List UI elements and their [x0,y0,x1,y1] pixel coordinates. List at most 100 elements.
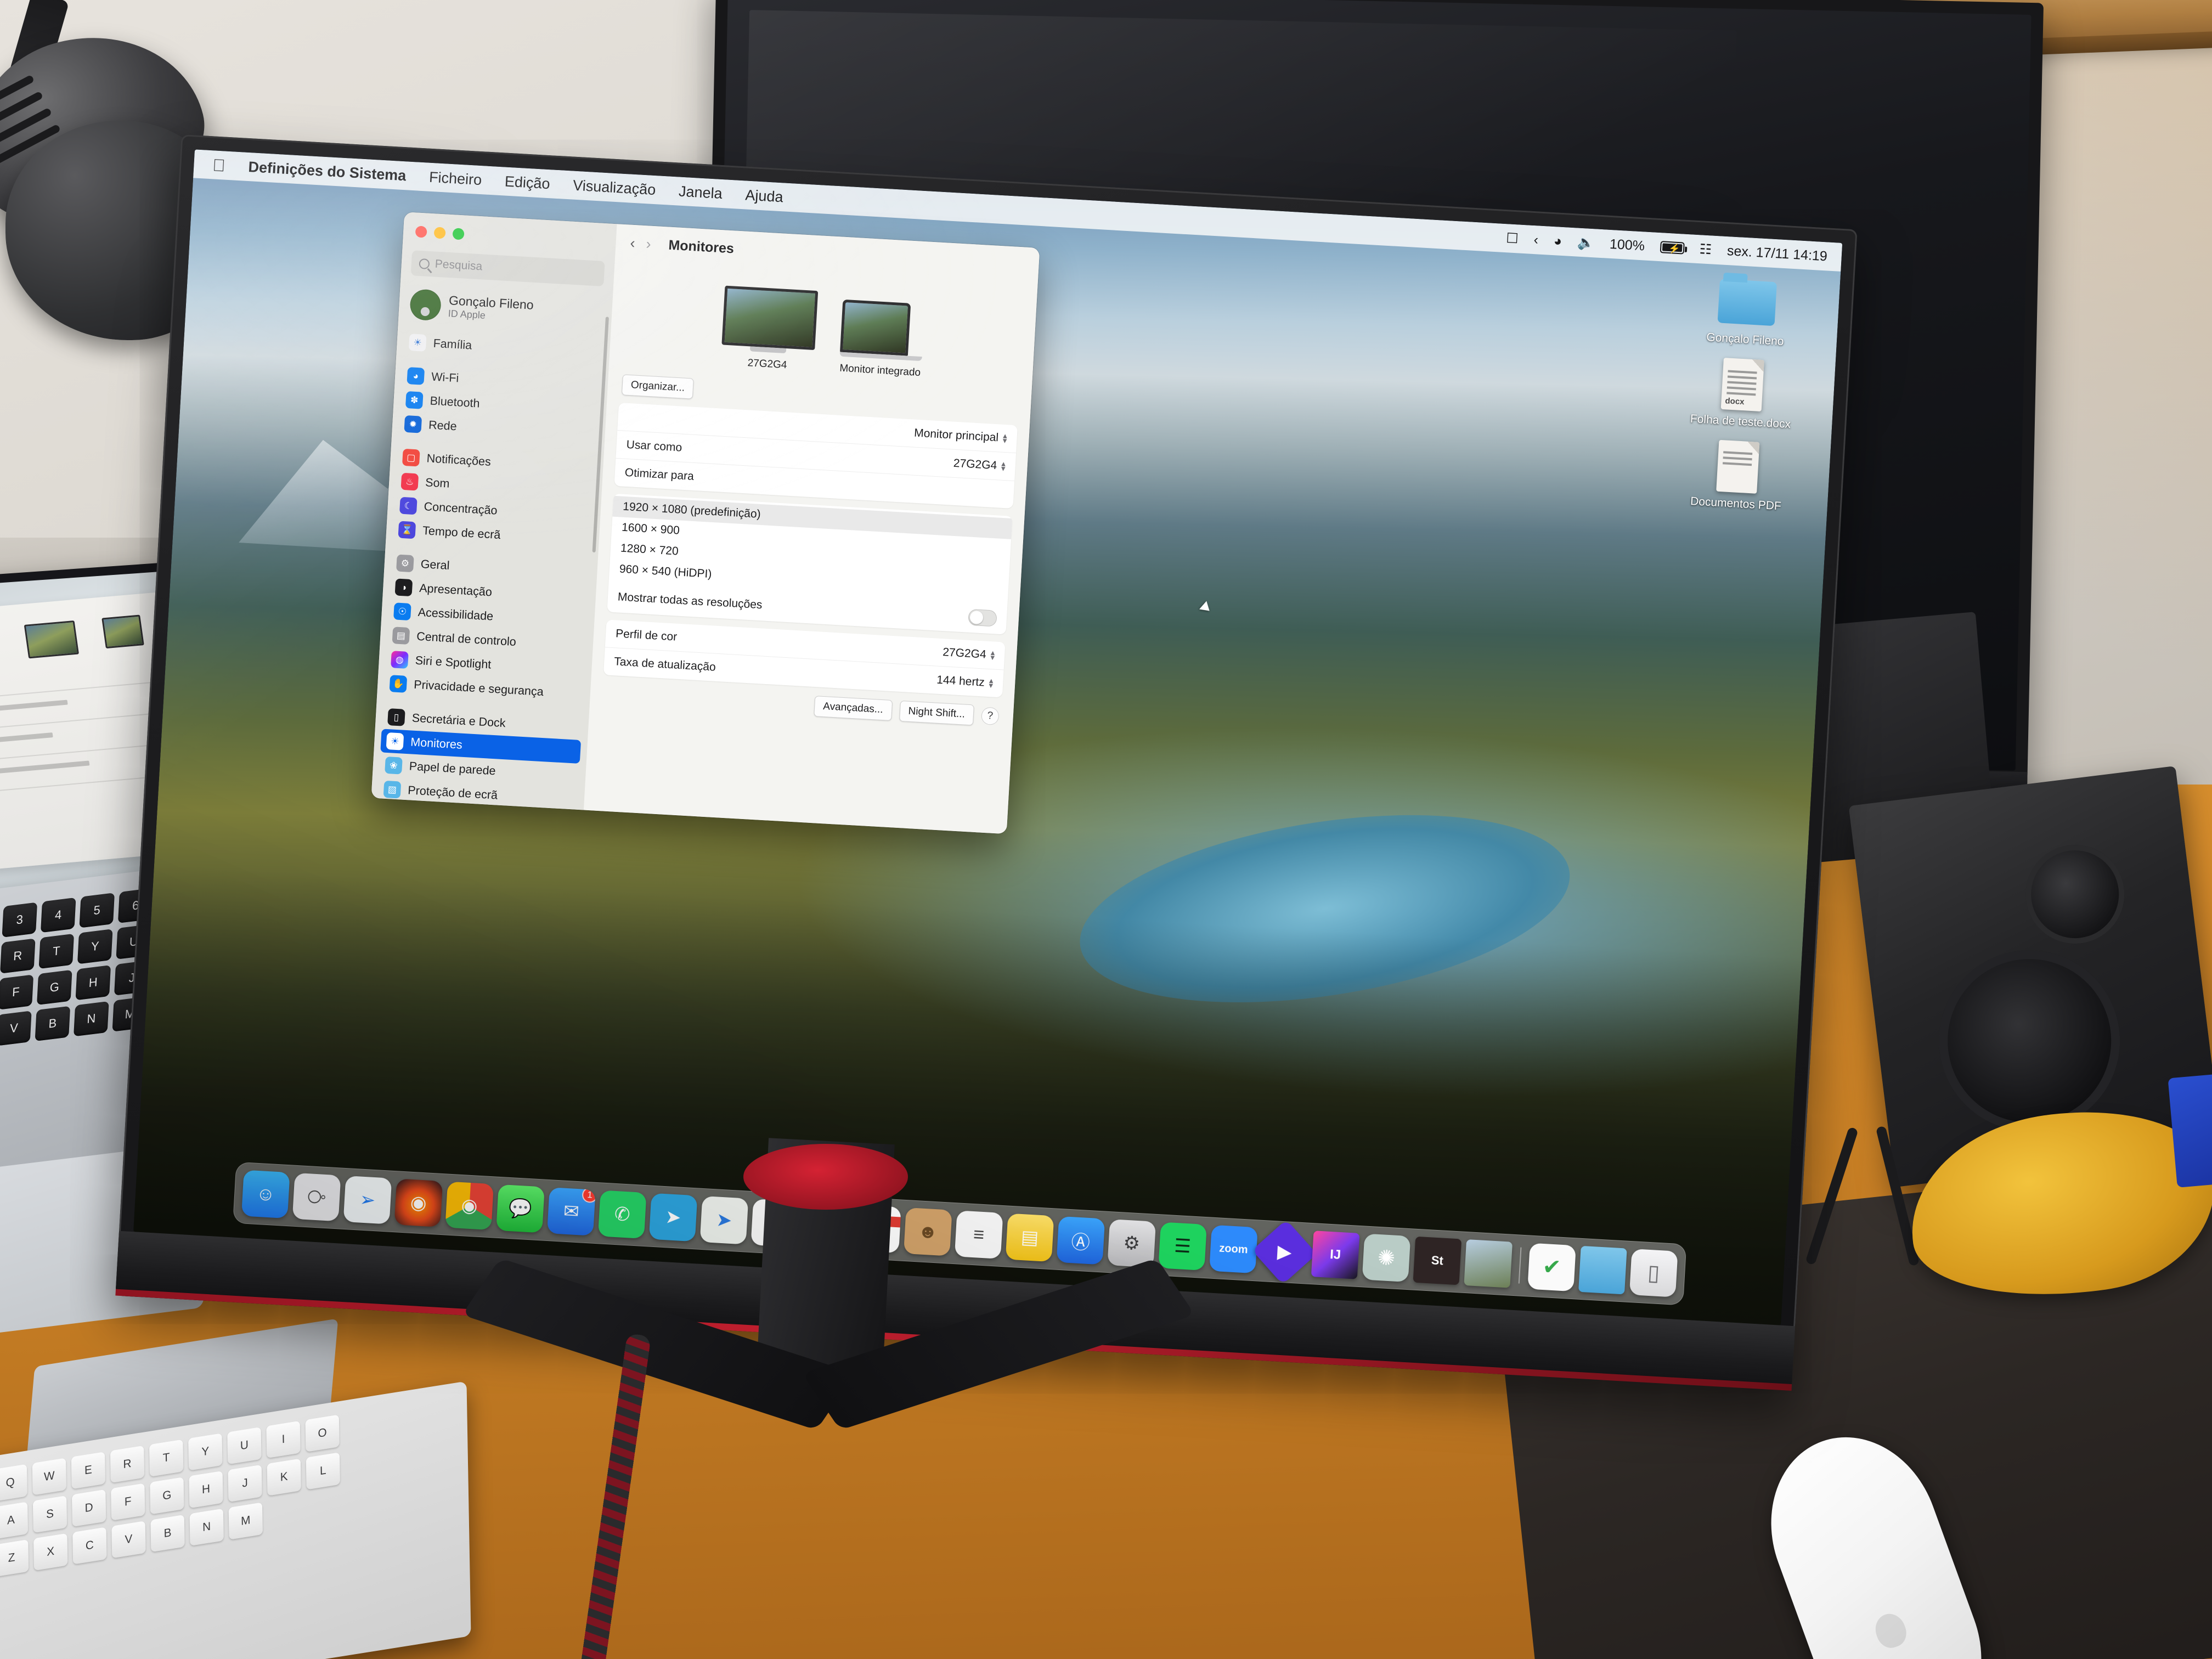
battery-percent-label: 100% [1609,236,1645,253]
sidebar-item-label: Família [433,336,472,352]
privacy-icon: ✋ [389,675,408,693]
dock-item-appstore[interactable]: Ⓐ [1056,1216,1105,1265]
chevron-updown-icon[interactable]: ▴ ▾ [990,648,995,663]
sidebar-item-label: Secretária e Dock [411,711,506,730]
forward-button[interactable]: › [646,235,652,252]
dock-item-spotify[interactable]: ☰ [1158,1222,1207,1271]
settings-content-pane: ‹ › Monitores 27G2G4 Monitor integrado O… [583,224,1040,834]
desktop-icon-pdf[interactable]: Documentos PDF [1680,435,1794,514]
dock-separator [1518,1247,1522,1284]
wifi-icon: ◕ [407,367,425,385]
dock-item-telegram[interactable]: ➤ [648,1193,698,1242]
search-icon [419,258,430,269]
menu-edicao[interactable]: Edição [504,173,550,193]
menu-visualizacao[interactable]: Visualização [573,177,657,199]
screen-mirroring-icon[interactable]: ☐ [1505,230,1519,247]
sidebar-item-label: Central de controlo [416,629,517,649]
dock-item-intellij[interactable]: IJ [1311,1231,1360,1279]
macos-desktop:  Definições do Sistema Ficheiro Edição … [133,149,1843,1325]
battery-icon[interactable]: ⚡ [1660,241,1685,255]
usar-como-value: 27G2G4 [953,456,997,472]
sidebar-list: ☀ Família ◕ Wi-Fi ✽ Bluetooth ✹ Rede ▢ N… [371,330,611,810]
menu-ficheiro[interactable]: Ficheiro [428,168,482,188]
monitor-screen:  Definições do Sistema Ficheiro Edição … [133,149,1843,1325]
desktop-icon-docx[interactable]: docx Folha de teste.docx [1685,353,1799,431]
dock-item-movist[interactable]: ▶ [1251,1219,1317,1285]
dock-item-open-window[interactable] [1464,1239,1513,1288]
control-center-icon[interactable]: ☷ [1699,241,1712,258]
menu-janela[interactable]: Janela [678,183,723,202]
show-all-resolutions-toggle[interactable] [968,608,997,627]
dock-item-mail[interactable]: ✉ 1 [547,1187,596,1236]
dock-item-safari[interactable]: ➢ [343,1176,392,1224]
dock-item-zoom[interactable]: zoom [1209,1224,1258,1274]
dock-item-chatgpt[interactable]: ✺ [1362,1233,1411,1283]
volume-icon[interactable]: 🔈 [1577,234,1595,251]
dock-item-contacts[interactable]: ☻ [904,1207,952,1256]
screensaver-icon: ▧ [383,780,402,799]
back-button[interactable]: ‹ [630,235,636,252]
wifi-icon[interactable]: ◕ [1553,233,1562,250]
speaker-tweeter [2019,839,2130,950]
chevron-left-icon[interactable]: ‹ [1533,232,1539,248]
docx-file-icon: docx [1720,357,1764,411]
page-title: Monitores [668,237,735,257]
dock-item-launchpad[interactable]: ⧂ [292,1172,341,1222]
chevron-updown-icon[interactable]: ▴ ▾ [1002,431,1007,445]
sidebar-item-label: Privacidade e segurança [413,678,544,699]
dock-item-firefox[interactable]: ◉ [394,1178,443,1227]
dock-item-trash[interactable]: ▯ [1629,1249,1678,1297]
control-center-icon: ▤ [392,627,410,645]
general-icon: ⚙ [396,554,414,573]
display-preview [839,299,911,356]
sidebar-item-label: Acessibilidade [417,605,494,623]
screen-time-icon: ⌛ [398,521,416,539]
arrange-button[interactable]: Organizar... [621,374,695,399]
avatar [409,289,442,321]
zoom-button[interactable] [452,228,465,240]
close-button[interactable] [415,225,427,238]
desktop-icon-folder[interactable]: Gonçalo Fileno [1690,271,1803,349]
sidebar-item-label: Rede [428,418,458,433]
sidebar-item-label: Concentração [424,500,498,517]
menubar-clock[interactable]: sex. 17/11 14:19 [1726,243,1827,264]
row-label: Perfil de cor [615,627,678,644]
sidebar-item-label: Notificações [426,452,492,469]
dock-item-shield-app[interactable]: ✔ [1527,1243,1576,1292]
dock-item-notes[interactable]: ▤ [1005,1213,1054,1262]
dock-item-messages[interactable]: 💬 [496,1184,545,1233]
dock-item-ucst[interactable]: St [1413,1236,1462,1285]
menu-ajuda[interactable]: Ajuda [745,187,784,206]
desk-photo-scene: ~12 345 678 QWE RTY UIO ASD FGH JKL ZXC … [0,0,2212,1659]
resolution-group: 1920 × 1080 (predefinição) 1600 × 900 12… [607,493,1013,635]
display-thumb-builtin[interactable]: Monitor integrado [839,299,926,379]
system-settings-window: Pesquisa Gonçalo Fileno ID Apple ☀ Famíl… [371,212,1040,834]
pdf-file-icon [1716,439,1760,494]
dock-item-chrome[interactable]: ◉ [445,1181,494,1231]
sidebar-item-label: Som [425,476,450,490]
chevron-updown-icon[interactable]: ▴ ▾ [1001,459,1006,473]
apple-logo-icon[interactable]:  [212,155,226,175]
speaker-woofer [1928,940,2131,1142]
dock-item-finder[interactable]: ☺ [241,1170,290,1219]
display-options-group: Monitor principal ▴ ▾ Usar como 27G2G4 ▴ ▾ [614,402,1018,509]
search-input[interactable]: Pesquisa [410,250,605,287]
window-traffic-lights [403,219,617,249]
sidebar-item-label: Siri e Spotlight [415,653,492,672]
help-button[interactable]: ? [980,707,1000,726]
dock-item-maps[interactable]: ➤ [699,1195,749,1245]
row-label: Otimizar para [624,466,695,483]
night-shift-button[interactable]: Night Shift... [899,700,974,726]
dock-item-whatsapp[interactable]: ✆ [597,1190,647,1239]
advanced-button[interactable]: Avançadas... [814,696,893,721]
display-thumb-external[interactable]: 27G2G4 [720,285,819,373]
menubar-app-title[interactable]: Definições do Sistema [248,159,407,184]
dock-item-reminders[interactable]: ≡ [954,1210,1003,1259]
chevron-updown-icon[interactable]: ▴ ▾ [989,676,994,691]
dock-item-downloads-folder[interactable] [1578,1245,1627,1295]
minimize-button[interactable] [433,227,446,239]
account-row[interactable]: Gonçalo Fileno ID Apple [398,284,613,334]
desktop-icons: Gonçalo Fileno docx Folha de teste.docx [1672,270,1812,514]
sidebar-item-label: Monitores [410,735,463,752]
sidebar-item-label: Geral [420,557,450,572]
